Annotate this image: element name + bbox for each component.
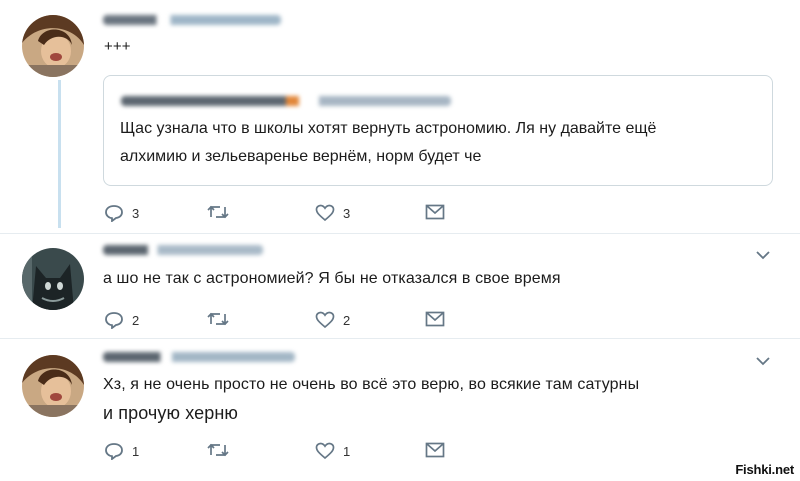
heart-icon xyxy=(315,204,335,222)
reply-count: 1 xyxy=(132,443,140,459)
retweet-button[interactable] xyxy=(207,442,229,458)
like-count: 3 xyxy=(343,205,351,221)
retweet-button[interactable] xyxy=(207,204,229,220)
reply-button[interactable]: 3 xyxy=(104,204,139,222)
tweet-text-line-1: Хз, я не очень просто не очень во всё эт… xyxy=(103,376,640,393)
reply-icon xyxy=(105,443,123,460)
watermark: Fishki.net xyxy=(735,462,794,477)
message-button[interactable] xyxy=(425,442,445,458)
blurred-username xyxy=(103,245,263,255)
reply-count: 3 xyxy=(132,205,140,221)
message-button[interactable] xyxy=(425,204,445,220)
tweet-text: а шо не так с астрономией? Я бы не отказ… xyxy=(103,270,561,287)
heart-icon xyxy=(315,311,335,329)
like-count: 2 xyxy=(343,312,351,328)
reply-count: 2 xyxy=(132,312,140,328)
tweet-text-line-2: и прочую херню xyxy=(103,403,238,423)
like-count: 1 xyxy=(343,443,351,459)
quoted-tweet-text-line-1: Щас узнала что в школы хотят вернуть аст… xyxy=(120,120,657,137)
blurred-username xyxy=(103,352,295,362)
tweet-actions: 3 3 xyxy=(104,204,445,226)
chevron-down-icon[interactable] xyxy=(756,250,770,260)
quoted-blurred-username xyxy=(121,96,451,106)
like-button[interactable]: 1 xyxy=(315,442,350,460)
divider xyxy=(0,338,800,339)
tweet-actions: 1 1 xyxy=(104,442,445,464)
tweet-text: +++ xyxy=(104,38,131,55)
like-button[interactable]: 3 xyxy=(315,204,350,222)
retweet-icon xyxy=(207,312,229,326)
chevron-down-icon[interactable] xyxy=(756,356,770,366)
blurred-username xyxy=(103,15,281,25)
reply-button[interactable]: 1 xyxy=(104,442,139,460)
envelope-icon xyxy=(425,204,445,220)
envelope-icon xyxy=(425,442,445,458)
avatar[interactable] xyxy=(22,248,84,310)
retweet-icon xyxy=(207,205,229,219)
avatar[interactable] xyxy=(22,15,84,77)
thread-line xyxy=(58,80,61,228)
message-button[interactable] xyxy=(425,311,445,327)
divider xyxy=(0,233,800,234)
retweet-button[interactable] xyxy=(207,311,229,327)
like-button[interactable]: 2 xyxy=(315,311,350,329)
quoted-tweet-text-line-2: алхимию и зельеваренье вернём, норм буде… xyxy=(120,148,482,165)
reply-icon xyxy=(105,312,123,329)
envelope-icon xyxy=(425,311,445,327)
tweet-actions: 2 2 xyxy=(104,311,445,333)
heart-icon xyxy=(315,442,335,460)
reply-button[interactable]: 2 xyxy=(104,311,139,329)
avatar[interactable] xyxy=(22,355,84,417)
retweet-icon xyxy=(207,443,229,457)
reply-icon xyxy=(105,205,123,222)
